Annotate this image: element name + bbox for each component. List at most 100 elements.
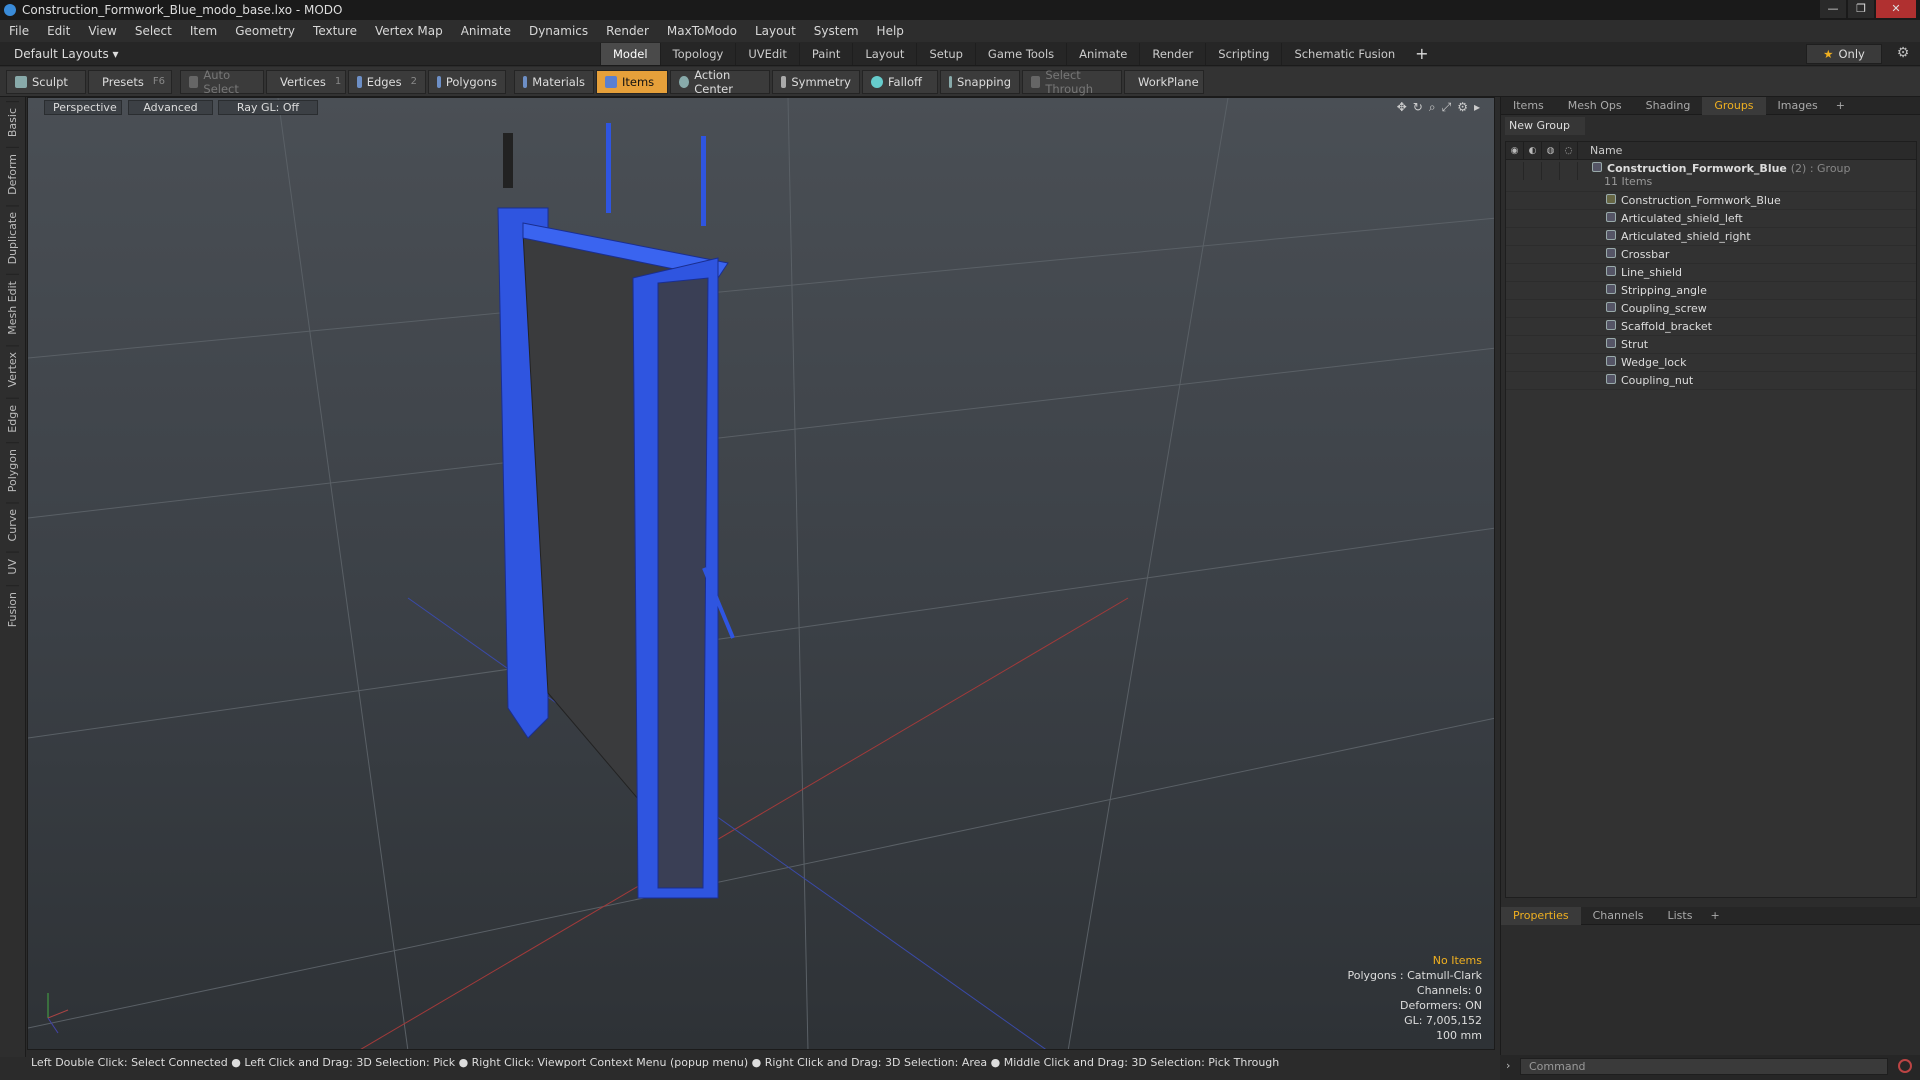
edges-button[interactable]: Edges 2: [348, 69, 426, 94]
left-tab-vertex[interactable]: Vertex: [6, 345, 19, 394]
default-layouts-dropdown[interactable]: Default Layouts ▾: [0, 47, 600, 61]
list-item[interactable]: Strut: [1506, 336, 1916, 354]
materials-button[interactable]: Materials: [514, 69, 594, 94]
visibility-col-icon[interactable]: ◉: [1506, 142, 1524, 159]
list-item[interactable]: Line_shield: [1506, 264, 1916, 282]
tab-groups[interactable]: Groups: [1702, 96, 1766, 115]
sculpt-button[interactable]: Sculpt: [6, 69, 86, 94]
tab-model[interactable]: Model: [600, 42, 660, 65]
menu-render[interactable]: Render: [597, 20, 658, 42]
left-tab-edge[interactable]: Edge: [6, 397, 19, 439]
tab-properties[interactable]: Properties: [1501, 906, 1581, 925]
list-item[interactable]: Wedge_lock: [1506, 354, 1916, 372]
render-col-icon[interactable]: ◐: [1524, 142, 1542, 159]
add-layout-tab-button[interactable]: +: [1407, 44, 1436, 63]
menu-layout[interactable]: Layout: [746, 20, 805, 42]
tab-topology[interactable]: Topology: [659, 42, 736, 65]
eye-icon[interactable]: [1506, 162, 1524, 180]
menu-file[interactable]: File: [0, 20, 38, 42]
pan-icon[interactable]: ✥: [1397, 100, 1407, 115]
auto-select-button[interactable]: Auto Select: [180, 68, 264, 96]
left-tab-basic[interactable]: Basic: [6, 101, 19, 144]
list-item[interactable]: Coupling_screw: [1506, 300, 1916, 318]
action-center-button[interactable]: Action Center: [670, 68, 770, 96]
items-button[interactable]: Items: [596, 69, 668, 94]
menu-view[interactable]: View: [79, 20, 125, 42]
list-item[interactable]: Articulated_shield_right: [1506, 228, 1916, 246]
menu-item[interactable]: Item: [181, 20, 226, 42]
add-panel-tab-button[interactable]: +: [1830, 97, 1851, 115]
stop-icon[interactable]: [1898, 1059, 1912, 1073]
select-icon[interactable]: [1560, 162, 1578, 180]
presets-button[interactable]: Presets F6: [88, 69, 172, 94]
tab-channels[interactable]: Channels: [1581, 907, 1656, 925]
lock-icon[interactable]: [1542, 162, 1560, 180]
left-tab-polygon[interactable]: Polygon: [6, 442, 19, 499]
vertices-button[interactable]: Vertices 1: [266, 69, 346, 94]
polygons-button[interactable]: Polygons: [428, 69, 506, 94]
gear-icon[interactable]: ⚙: [1894, 45, 1912, 63]
group-row[interactable]: Construction_Formwork_Blue (2) : Group 1…: [1506, 160, 1916, 192]
select-col-icon[interactable]: ◌: [1560, 142, 1578, 159]
menu-maxtomodo[interactable]: MaxToModo: [658, 20, 746, 42]
list-item[interactable]: Crossbar: [1506, 246, 1916, 264]
falloff-button[interactable]: Falloff: [862, 69, 938, 94]
select-through-button[interactable]: Select Through: [1022, 68, 1122, 96]
tab-game-tools[interactable]: Game Tools: [974, 42, 1066, 65]
tab-paint[interactable]: Paint: [798, 42, 852, 65]
raygl-toggle[interactable]: Ray GL: Off: [218, 100, 318, 115]
tab-shading[interactable]: Shading: [1634, 97, 1703, 115]
left-tab-uv[interactable]: UV: [6, 551, 19, 581]
rotate-icon[interactable]: ↻: [1413, 100, 1423, 115]
menu-texture[interactable]: Texture: [304, 20, 366, 42]
symmetry-button[interactable]: Symmetry: [772, 69, 860, 94]
add-properties-tab-button[interactable]: +: [1704, 907, 1725, 925]
snapping-button[interactable]: Snapping: [940, 69, 1020, 94]
command-input[interactable]: Command: [1520, 1058, 1888, 1075]
menu-help[interactable]: Help: [868, 20, 913, 42]
tab-uvedit[interactable]: UVEdit: [735, 42, 799, 65]
menu-select[interactable]: Select: [126, 20, 181, 42]
menu-animate[interactable]: Animate: [452, 20, 520, 42]
new-group-button[interactable]: New Group: [1505, 117, 1585, 135]
left-tab-mesh-edit[interactable]: Mesh Edit: [6, 274, 19, 342]
menu-vertex-map[interactable]: Vertex Map: [366, 20, 452, 42]
maximize-button[interactable]: ❐: [1848, 0, 1874, 18]
view-mode-perspective[interactable]: Perspective: [44, 100, 122, 115]
menu-edit[interactable]: Edit: [38, 20, 79, 42]
menu-system[interactable]: System: [805, 20, 868, 42]
shading-mode-advanced[interactable]: Advanced: [128, 100, 213, 115]
minimize-button[interactable]: —: [1820, 0, 1846, 18]
render-icon[interactable]: [1524, 162, 1542, 180]
tab-render[interactable]: Render: [1139, 42, 1205, 65]
menu-geometry[interactable]: Geometry: [226, 20, 304, 42]
tab-schematic-fusion[interactable]: Schematic Fusion: [1281, 42, 1407, 65]
tab-mesh-ops[interactable]: Mesh Ops: [1556, 97, 1634, 115]
tab-lists[interactable]: Lists: [1656, 907, 1705, 925]
list-item[interactable]: Coupling_nut: [1506, 372, 1916, 390]
left-tab-fusion[interactable]: Fusion: [6, 584, 19, 633]
tab-images[interactable]: Images: [1766, 97, 1830, 115]
list-item[interactable]: Stripping_angle: [1506, 282, 1916, 300]
left-tab-duplicate[interactable]: Duplicate: [6, 205, 19, 271]
lock-col-icon[interactable]: ◍: [1542, 142, 1560, 159]
tab-items[interactable]: Items: [1501, 97, 1556, 115]
menu-dynamics[interactable]: Dynamics: [520, 20, 597, 42]
tab-scripting[interactable]: Scripting: [1205, 42, 1281, 65]
left-tab-curve[interactable]: Curve: [6, 502, 19, 548]
left-tab-deform[interactable]: Deform: [6, 147, 19, 202]
viewport-settings-icon[interactable]: ⚙: [1457, 100, 1468, 115]
tab-animate[interactable]: Animate: [1066, 42, 1139, 65]
close-button[interactable]: ✕: [1876, 0, 1916, 18]
3d-viewport[interactable]: Perspective Advanced Ray GL: Off ✥ ↻ ⌕ ⤢…: [27, 97, 1495, 1050]
list-item[interactable]: Articulated_shield_left: [1506, 210, 1916, 228]
fit-icon[interactable]: ⤢: [1442, 100, 1452, 115]
list-item[interactable]: Scaffold_bracket: [1506, 318, 1916, 336]
zoom-icon[interactable]: ⌕: [1429, 100, 1436, 115]
only-button[interactable]: ★ Only: [1806, 44, 1882, 64]
list-item[interactable]: Construction_Formwork_Blue: [1506, 192, 1916, 210]
viewport-menu-arrow-icon[interactable]: ▸: [1474, 100, 1480, 115]
workplane-button[interactable]: WorkPlane: [1124, 69, 1204, 94]
tab-layout[interactable]: Layout: [852, 42, 916, 65]
tab-setup[interactable]: Setup: [916, 42, 974, 65]
